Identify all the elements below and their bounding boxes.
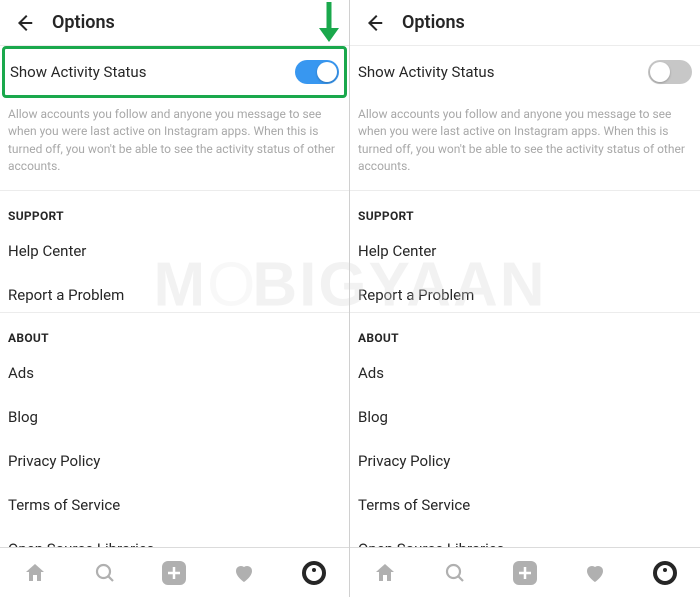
bottom-nav: [350, 547, 700, 597]
search-icon[interactable]: [442, 560, 468, 586]
screen-left: Options Show Activity Status Allow accou…: [0, 0, 350, 597]
activity-status-description: Allow accounts you follow and anyone you…: [0, 98, 349, 191]
page-title: Options: [402, 12, 465, 33]
activity-status-row[interactable]: Show Activity Status: [2, 46, 347, 98]
blog-item[interactable]: Blog: [0, 395, 349, 439]
annotation-arrow: [314, 0, 344, 48]
about-header: ABOUT: [350, 313, 700, 351]
profile-icon[interactable]: [652, 560, 678, 586]
activity-heart-icon[interactable]: [231, 560, 257, 586]
open-source-libraries-item[interactable]: Open Source Libraries: [350, 527, 700, 547]
back-button[interactable]: [10, 9, 38, 37]
search-icon[interactable]: [92, 560, 118, 586]
screen-right: Options Show Activity Status Allow accou…: [350, 0, 700, 597]
bottom-nav: [0, 547, 349, 597]
support-header: SUPPORT: [350, 191, 700, 229]
privacy-policy-item[interactable]: Privacy Policy: [0, 439, 349, 483]
terms-of-service-item[interactable]: Terms of Service: [0, 483, 349, 527]
back-button[interactable]: [360, 9, 388, 37]
support-header: SUPPORT: [0, 191, 349, 229]
report-problem-item[interactable]: Report a Problem: [350, 273, 700, 313]
report-problem-item[interactable]: Report a Problem: [0, 273, 349, 313]
add-post-icon[interactable]: [512, 560, 538, 586]
help-center-item[interactable]: Help Center: [350, 229, 700, 273]
terms-of-service-item[interactable]: Terms of Service: [350, 483, 700, 527]
activity-status-label: Show Activity Status: [358, 63, 494, 81]
header: Options: [350, 0, 700, 46]
blog-item[interactable]: Blog: [350, 395, 700, 439]
home-icon[interactable]: [22, 560, 48, 586]
activity-status-label: Show Activity Status: [10, 63, 146, 81]
header: Options: [0, 0, 349, 46]
activity-heart-icon[interactable]: [582, 560, 608, 586]
activity-status-toggle-off[interactable]: [648, 60, 692, 84]
ads-item[interactable]: Ads: [350, 351, 700, 395]
home-icon[interactable]: [372, 560, 398, 586]
toggle-knob: [317, 62, 337, 82]
page-title: Options: [52, 12, 115, 33]
add-post-icon[interactable]: [161, 560, 187, 586]
activity-status-row[interactable]: Show Activity Status: [350, 46, 700, 98]
toggle-knob: [650, 62, 670, 82]
privacy-policy-item[interactable]: Privacy Policy: [350, 439, 700, 483]
help-center-item[interactable]: Help Center: [0, 229, 349, 273]
ads-item[interactable]: Ads: [0, 351, 349, 395]
activity-status-toggle-on[interactable]: [295, 60, 339, 84]
open-source-libraries-item[interactable]: Open Source Libraries: [0, 527, 349, 547]
activity-status-description: Allow accounts you follow and anyone you…: [350, 98, 700, 191]
about-header: ABOUT: [0, 313, 349, 351]
profile-icon[interactable]: [301, 560, 327, 586]
